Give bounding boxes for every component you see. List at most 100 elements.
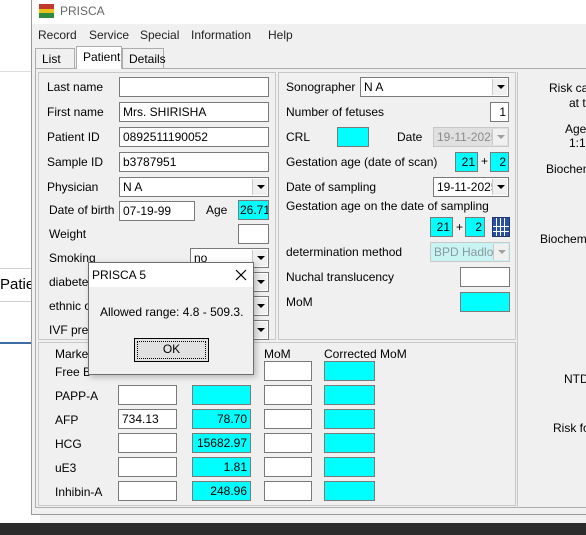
marker-name: uE3 — [55, 461, 77, 475]
marker-value-field[interactable] — [118, 457, 177, 477]
marker-name: AFP — [55, 413, 79, 427]
marker-header: Marker — [55, 347, 93, 361]
sonographer-label: Sonographer — [286, 80, 356, 94]
chevron-down-icon[interactable] — [252, 179, 267, 195]
physician-value: N A — [123, 180, 143, 194]
marker-value-field[interactable] — [118, 481, 177, 501]
ga-sampling-weeks: 21 — [430, 217, 453, 237]
marker-mom-field — [264, 433, 312, 453]
physician-select[interactable]: N A — [119, 177, 269, 197]
close-icon[interactable] — [233, 267, 249, 283]
marker-result-field: 248.96 — [192, 481, 251, 501]
crl-field[interactable] — [337, 127, 369, 147]
physician-label: Physician — [47, 180, 99, 194]
age-risk-label: Age — [565, 122, 586, 136]
sampling-date-field[interactable]: 19-11-2025 — [433, 177, 509, 197]
marker-corrected-field — [324, 409, 375, 429]
fetuses-field[interactable]: 1 — [490, 102, 509, 122]
last-name-field[interactable] — [119, 77, 269, 97]
menu-information[interactable]: Information — [191, 28, 251, 42]
marker-corrected-field — [324, 385, 375, 405]
crl-label: CRL — [286, 130, 311, 144]
tab-list[interactable]: List — [35, 48, 75, 68]
patient-id-field[interactable]: 0892511190052 — [119, 127, 269, 147]
scan-date-label: Date — [397, 130, 423, 144]
menu-service[interactable]: Service — [89, 28, 129, 42]
title-bar — [32, 0, 586, 24]
marker-value-field[interactable] — [118, 385, 177, 405]
age-risk-value: 1:1 — [569, 136, 586, 150]
method-value: BPD Hadloc — [434, 245, 500, 259]
weight-field[interactable] — [238, 224, 269, 244]
marker-mom-field — [264, 457, 312, 477]
dialog-title: PRISCA 5 — [92, 268, 147, 282]
marker-name: Inhibin-A — [55, 485, 103, 499]
corrected-mom-header: Corrected MoM — [324, 347, 407, 361]
nt-field[interactable] — [460, 267, 510, 287]
marker-name: HCG — [55, 437, 82, 451]
tab-details[interactable]: Details — [122, 48, 166, 68]
sample-id-field[interactable]: b3787951 — [119, 152, 269, 172]
marker-result-field: 78.70 — [192, 409, 251, 429]
method-label: determination method — [286, 245, 403, 259]
sampling-date-value: 19-11-2025 — [437, 180, 498, 194]
chevron-down-icon[interactable] — [493, 244, 508, 260]
tab-patient[interactable]: Patient — [76, 46, 122, 69]
marker-corrected-field — [324, 481, 375, 501]
ga-sampling-label: Gestation age on the date of sampling — [286, 199, 489, 213]
chevron-down-icon[interactable] — [492, 179, 507, 195]
chevron-down-icon[interactable] — [252, 298, 267, 314]
mom-header: MoM — [264, 347, 291, 361]
dialog-message: Allowed range: 4.8 - 509.3. — [100, 305, 244, 319]
marker-corrected-field — [324, 361, 375, 381]
window-title: PRISCA — [60, 4, 105, 18]
patient-id-label: Patient ID — [47, 130, 100, 144]
menu-record[interactable]: Record — [38, 28, 77, 42]
scan-date-field[interactable]: 19-11-2025 — [433, 127, 509, 147]
sonographer-select[interactable]: N A — [360, 77, 509, 97]
sample-id-label: Sample ID — [47, 155, 104, 169]
marker-result-field: 15682.97 — [192, 433, 251, 453]
marker-mom-field — [264, 361, 312, 381]
age-field: 26.71 — [238, 200, 269, 220]
chevron-down-icon[interactable] — [492, 79, 507, 95]
biochem-label-2: Biochem. — [540, 232, 586, 246]
chevron-down-icon[interactable] — [492, 129, 507, 145]
app-icon — [39, 4, 54, 18]
marker-mom-field — [264, 409, 312, 429]
mom-label: MoM — [286, 295, 313, 309]
ga-scan-weeks: 21 — [455, 152, 478, 172]
risk-calc-label: Risk cal — [549, 81, 586, 95]
marker-value-field[interactable]: 734.13 — [118, 409, 177, 429]
method-select[interactable]: BPD Hadloc — [430, 242, 510, 262]
fetuses-label: Number of fetuses — [286, 105, 385, 119]
ntd-label: NTD — [564, 372, 586, 386]
chevron-down-icon[interactable] — [252, 322, 267, 338]
chevron-down-icon[interactable] — [252, 250, 267, 266]
first-name-field[interactable]: Mrs. SHIRISHA — [119, 102, 269, 122]
ok-button[interactable]: OK — [134, 338, 209, 362]
age-label: Age — [206, 203, 228, 217]
dob-field[interactable]: 07-19-99 — [119, 201, 195, 221]
last-name-label: Last name — [47, 80, 104, 94]
menu-special[interactable]: Special — [140, 28, 179, 42]
ga-scan-label: Gestation age (date of scan) — [286, 155, 438, 169]
marker-result-field — [192, 385, 251, 405]
scan-date-value: 19-11-2025 — [437, 130, 498, 144]
marker-corrected-field — [324, 457, 375, 477]
marker-value-field[interactable] — [118, 433, 177, 453]
marker-mom-field — [264, 385, 312, 405]
first-name-label: First name — [47, 105, 104, 119]
calendar-icon[interactable] — [492, 217, 510, 237]
background-tab-label[interactable]: Patie — [0, 276, 34, 293]
marker-corrected-field — [324, 433, 375, 453]
taskbar — [0, 523, 586, 535]
ok-button-label: OK — [162, 342, 181, 356]
marker-mom-field — [264, 481, 312, 501]
chevron-down-icon[interactable] — [252, 274, 267, 290]
marker-name: PAPP-A — [55, 389, 99, 403]
risk-panel-divider — [517, 72, 518, 508]
marker-result-field: 1.81 — [192, 457, 251, 477]
weight-label: Weight — [49, 227, 87, 241]
menu-help[interactable]: Help — [268, 28, 293, 42]
